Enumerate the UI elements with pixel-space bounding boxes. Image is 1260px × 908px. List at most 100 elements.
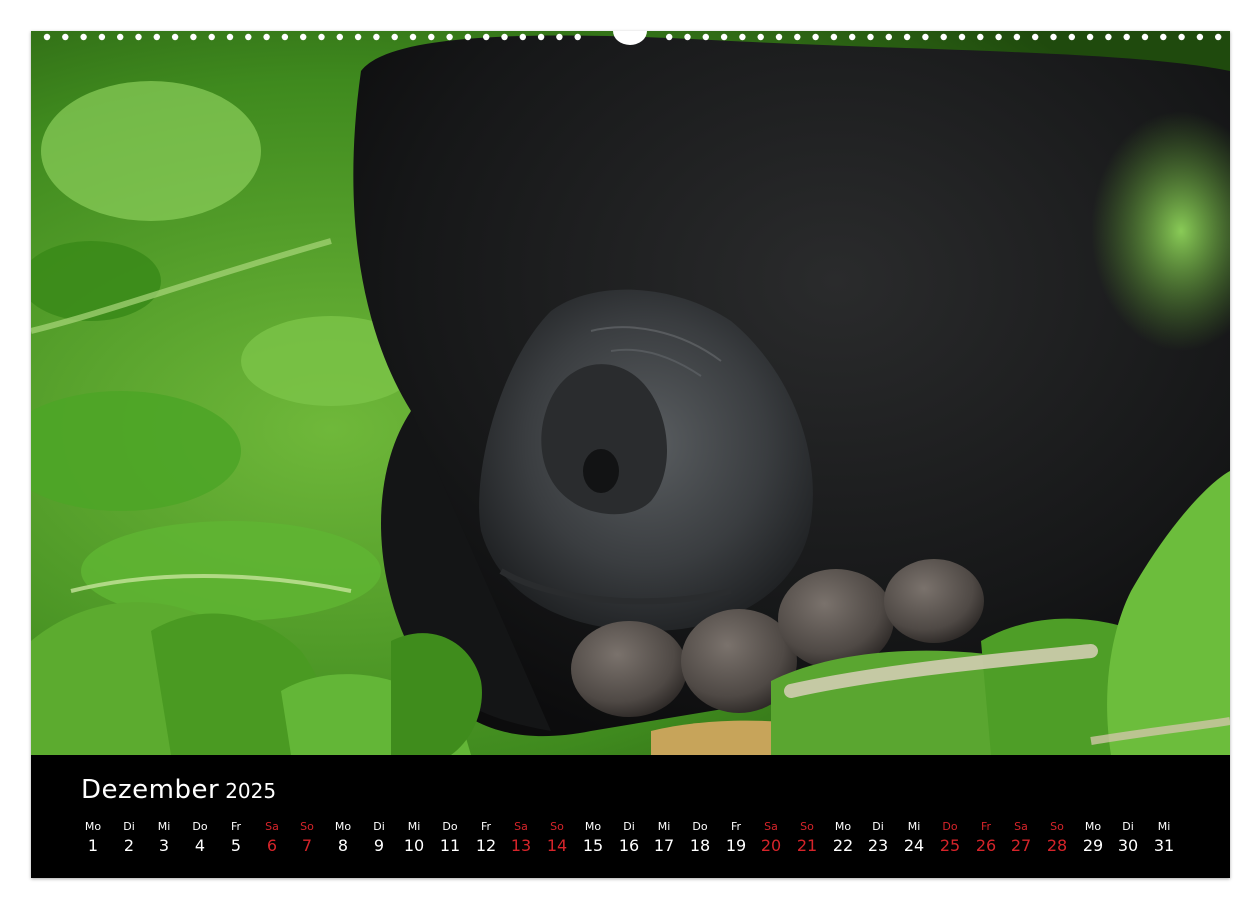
month-title: Dezember 2025 — [81, 775, 276, 805]
weekday-label: So — [300, 820, 314, 833]
weekday-label: Di — [123, 820, 135, 833]
binding-hole — [519, 33, 526, 41]
day-cell: Di 23 — [860, 819, 896, 857]
weekday-label: Mi — [907, 820, 921, 833]
day-number: 11 — [439, 836, 461, 855]
weekday-label: Sa — [265, 820, 279, 833]
day-cell: Sa 13 — [503, 819, 539, 857]
weekday-label: Do — [442, 820, 458, 833]
weekday-label: Fr — [730, 820, 742, 833]
weekday-label: Fr — [230, 820, 242, 833]
day-number: 20 — [760, 836, 782, 855]
day-number: 22 — [832, 836, 854, 855]
binding-hole — [1013, 33, 1021, 41]
binding-hole — [666, 33, 673, 41]
day-cell: Do 25 — [932, 819, 968, 857]
binding-hole — [995, 33, 1002, 41]
binding-hole — [1178, 33, 1185, 41]
weekday-label: So — [800, 820, 814, 833]
day-number: 25 — [939, 836, 961, 855]
day-cell: So 7 — [289, 819, 325, 857]
binding-hole — [849, 33, 856, 41]
day-number: 9 — [373, 836, 385, 855]
binding-hole — [1105, 33, 1112, 41]
day-number: 13 — [510, 836, 532, 855]
binding-hole — [153, 33, 160, 41]
weekday-label: Mo — [84, 820, 102, 833]
binding-hole — [336, 33, 343, 41]
weekday-label: Di — [872, 820, 884, 833]
day-number: 31 — [1153, 836, 1175, 855]
day-number: 12 — [475, 836, 497, 855]
day-cell: Fr 5 — [218, 819, 254, 857]
binding-hole — [867, 33, 874, 41]
binding-hole — [281, 33, 289, 41]
binding-hole — [537, 33, 545, 41]
binding-hole — [226, 33, 234, 41]
day-number: 4 — [194, 836, 206, 855]
binding-hole — [1068, 33, 1076, 41]
day-number: 23 — [867, 836, 889, 855]
weekday-label: Mi — [1157, 820, 1171, 833]
day-cell: Mo 22 — [825, 819, 861, 857]
weekday-label: Sa — [764, 820, 778, 833]
binding-hole — [830, 33, 838, 41]
weekday-label: So — [1050, 820, 1064, 833]
binding-hole — [135, 33, 142, 41]
binding-hole — [940, 33, 947, 41]
binding-hole — [812, 33, 819, 41]
binding-hole — [62, 33, 69, 41]
binding-hole — [98, 33, 106, 41]
binding-hole — [501, 33, 508, 41]
binding-hole — [1050, 33, 1057, 41]
day-cell: Mo 29 — [1075, 819, 1111, 857]
weekday-label: Di — [373, 820, 385, 833]
binding-hole — [903, 33, 911, 41]
day-cell: So 28 — [1039, 819, 1075, 857]
binding-hole — [391, 33, 398, 41]
day-number: 18 — [689, 836, 711, 855]
weekday-label: Mi — [407, 820, 421, 833]
weekday-label: Mo — [1084, 820, 1102, 833]
weekday-label: Sa — [514, 820, 528, 833]
day-number: 21 — [796, 836, 818, 855]
day-cell: Mi 3 — [146, 819, 182, 857]
day-number: 3 — [158, 836, 170, 855]
weekday-label: So — [550, 820, 564, 833]
weekday-label: Do — [692, 820, 708, 833]
year: 2025 — [225, 779, 277, 803]
day-number: 10 — [403, 836, 425, 855]
binding-hole — [775, 33, 783, 41]
weekday-label: Mo — [334, 820, 352, 833]
day-number: 27 — [1010, 836, 1032, 855]
binding-hole — [43, 33, 51, 41]
day-number: 15 — [582, 836, 604, 855]
binding-hole — [190, 33, 197, 41]
day-cell: Do 4 — [182, 819, 218, 857]
binding-hole — [757, 33, 764, 41]
binding-hole — [373, 33, 380, 41]
day-cell: Do 11 — [432, 819, 468, 857]
binding-hole — [720, 33, 728, 41]
weekday-label: Mi — [657, 820, 671, 833]
binding-hole — [702, 33, 709, 41]
month-name: Dezember — [81, 775, 220, 805]
day-number: 6 — [266, 836, 278, 855]
weekday-label: Mi — [157, 820, 171, 833]
weekday-label: Sa — [1014, 820, 1028, 833]
binding-hole — [556, 33, 563, 41]
binding-hole — [1141, 33, 1149, 41]
binding-hole — [483, 33, 490, 41]
day-cell: Di 30 — [1110, 819, 1146, 857]
day-cell: Di 9 — [361, 819, 397, 857]
day-cell: So 14 — [539, 819, 575, 857]
binding-hole — [885, 33, 892, 41]
day-number: 17 — [653, 836, 675, 855]
day-number: 5 — [230, 836, 242, 855]
binding-hole — [684, 33, 691, 41]
day-cell: Sa 6 — [254, 819, 290, 857]
day-number: 19 — [725, 836, 747, 855]
day-number: 7 — [301, 836, 313, 855]
day-number: 1 — [87, 836, 99, 855]
day-cell: Mo 15 — [575, 819, 611, 857]
